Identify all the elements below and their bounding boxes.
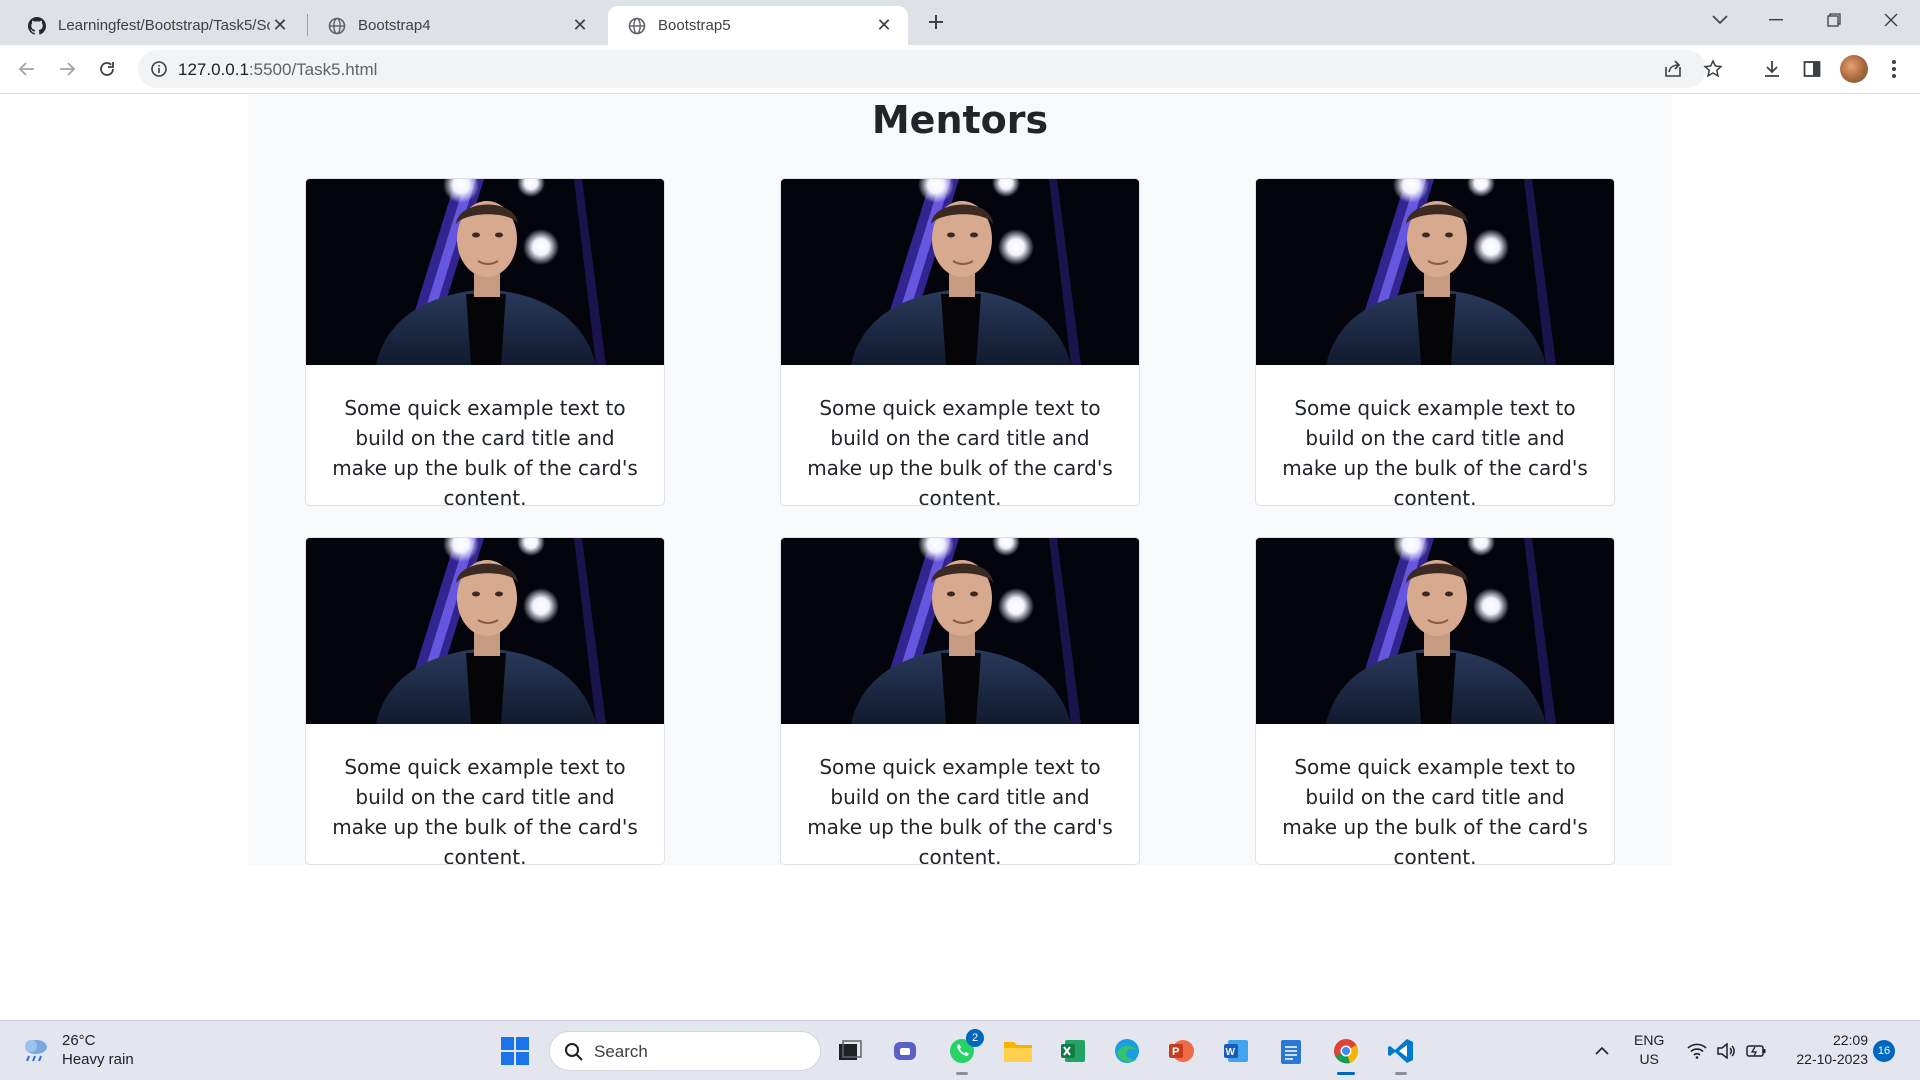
notepad-icon[interactable] — [1273, 1033, 1309, 1069]
mentor-card: Some quick example text to build on the … — [780, 537, 1140, 865]
svg-text:W: W — [1226, 1047, 1236, 1058]
keyboard-layout: US — [1639, 1051, 1659, 1067]
new-tab-button[interactable] — [922, 8, 950, 36]
browser-toolbar: 127.0.0.1:5500/Task5.html — [0, 45, 1920, 94]
mentor-photo — [781, 179, 1139, 365]
whatsapp-icon[interactable]: 2 — [944, 1029, 984, 1075]
mentors-section: Mentors Some quick example text to build… — [248, 95, 1672, 865]
weather-temperature: 26°C — [62, 1032, 96, 1049]
close-icon[interactable]: ✕ — [270, 15, 290, 36]
mentor-card: Some quick example text to build on the … — [1255, 537, 1615, 865]
back-button[interactable] — [12, 54, 42, 84]
section-heading: Mentors — [871, 98, 1049, 142]
share-icon[interactable] — [1662, 58, 1684, 80]
mentor-card: Some quick example text to build on the … — [305, 178, 665, 506]
info-icon[interactable] — [150, 60, 168, 78]
chevron-up-icon[interactable] — [1590, 1039, 1614, 1063]
close-icon[interactable]: ✕ — [874, 15, 894, 36]
url-path: :5500/Task5.html — [248, 60, 378, 79]
arrow-right-icon — [60, 62, 76, 76]
reload-button[interactable] — [92, 54, 122, 84]
weather-widget[interactable]: 26°C Heavy rain — [20, 1031, 134, 1069]
close-window-button[interactable] — [1863, 0, 1919, 40]
card-text: Some quick example text to build on the … — [332, 755, 638, 865]
clock-time: 22:09 — [1832, 1032, 1868, 1048]
arrow-left-icon — [18, 62, 34, 76]
whatsapp-badge: 2 — [966, 1029, 984, 1047]
address-bar[interactable]: 127.0.0.1:5500/Task5.html — [138, 50, 1723, 88]
download-icon[interactable] — [1760, 57, 1784, 81]
url-host: 127.0.0.1 — [178, 60, 249, 79]
minimize-button[interactable] — [1748, 0, 1804, 40]
tab-title: Bootstrap4 — [358, 17, 431, 34]
url-text[interactable]: 127.0.0.1:5500/Task5.html — [178, 60, 377, 80]
tab-bootstrap5[interactable]: Bootstrap5 ✕ — [608, 6, 908, 45]
teams-chat-icon[interactable] — [888, 1033, 924, 1069]
close-icon[interactable]: ✕ — [570, 15, 590, 36]
taskbar: 26°C Heavy rain Search 2 P W ENG US 22:0… — [0, 1020, 1920, 1080]
tab-strip: Learningfest/Bootstrap/Task5/Sc ✕ Bootst… — [0, 0, 1920, 45]
volume-icon[interactable] — [1714, 1039, 1738, 1063]
minimize-icon — [1769, 19, 1783, 21]
plus-icon — [929, 15, 943, 29]
tab-bootstrap4[interactable]: Bootstrap4 ✕ — [308, 6, 604, 45]
search-label: Search — [594, 1042, 648, 1061]
web-page: Mentors Some quick example text to build… — [0, 95, 1920, 1018]
windows-start-icon[interactable] — [500, 1036, 530, 1066]
card-text: Some quick example text to build on the … — [1282, 755, 1588, 865]
reload-icon — [100, 62, 114, 76]
card-text: Some quick example text to build on the … — [332, 396, 638, 506]
restore-icon — [1827, 13, 1841, 27]
edge-icon[interactable] — [1109, 1033, 1145, 1069]
weather-description: Heavy rain — [62, 1051, 134, 1068]
word-icon[interactable]: W — [1218, 1033, 1254, 1069]
card-text: Some quick example text to build on the … — [1282, 396, 1588, 506]
mentor-card: Some quick example text to build on the … — [305, 537, 665, 865]
mentor-photo — [781, 538, 1139, 724]
mentor-card: Some quick example text to build on the … — [1255, 178, 1615, 506]
mentor-photo — [1256, 179, 1614, 365]
vscode-icon[interactable] — [1383, 1033, 1419, 1075]
forward-button[interactable] — [52, 54, 82, 84]
chrome-icon[interactable] — [1328, 1033, 1364, 1075]
star-icon[interactable] — [1702, 58, 1724, 80]
tab-search-button[interactable] — [1692, 0, 1748, 40]
rain-cloud-icon — [25, 1040, 47, 1062]
card-text: Some quick example text to build on the … — [807, 396, 1113, 506]
close-icon — [1884, 13, 1898, 27]
svg-text:P: P — [1172, 1046, 1179, 1058]
tab-github[interactable]: Learningfest/Bootstrap/Task5/Sc ✕ — [8, 6, 304, 45]
system-clock[interactable]: 22:09 22-10-2023 — [1786, 1031, 1868, 1069]
globe-icon — [328, 17, 346, 34]
kebab-menu-icon[interactable] — [1882, 57, 1906, 81]
card-text: Some quick example text to build on the … — [807, 755, 1113, 865]
battery-icon[interactable] — [1744, 1039, 1768, 1063]
tab-title: Bootstrap5 — [658, 17, 731, 34]
mentor-card: Some quick example text to build on the … — [780, 178, 1140, 506]
taskbar-search[interactable]: Search — [549, 1031, 821, 1071]
mentor-photo — [1256, 538, 1614, 724]
mentor-photo — [306, 179, 664, 365]
notification-badge[interactable]: 16 — [1873, 1040, 1895, 1062]
side-panel-icon[interactable] — [1800, 57, 1824, 81]
task-view-icon[interactable] — [832, 1033, 868, 1069]
chevron-down-icon — [1712, 15, 1728, 25]
language-code: ENG — [1634, 1032, 1665, 1048]
globe-icon — [628, 17, 646, 34]
restore-button[interactable] — [1806, 0, 1862, 40]
github-icon — [28, 16, 46, 35]
tab-title: Learningfest/Bootstrap/Task5/Sc — [58, 17, 270, 34]
powerpoint-icon[interactable]: P — [1163, 1033, 1199, 1069]
file-explorer-icon[interactable] — [1000, 1033, 1036, 1069]
excel-icon[interactable] — [1055, 1033, 1091, 1069]
language-indicator[interactable]: ENG US — [1634, 1031, 1664, 1069]
search-icon — [565, 1043, 583, 1061]
wifi-icon[interactable] — [1685, 1039, 1709, 1063]
clock-date: 22-10-2023 — [1796, 1051, 1868, 1067]
profile-avatar[interactable] — [1840, 55, 1868, 83]
mentor-photo — [306, 538, 664, 724]
